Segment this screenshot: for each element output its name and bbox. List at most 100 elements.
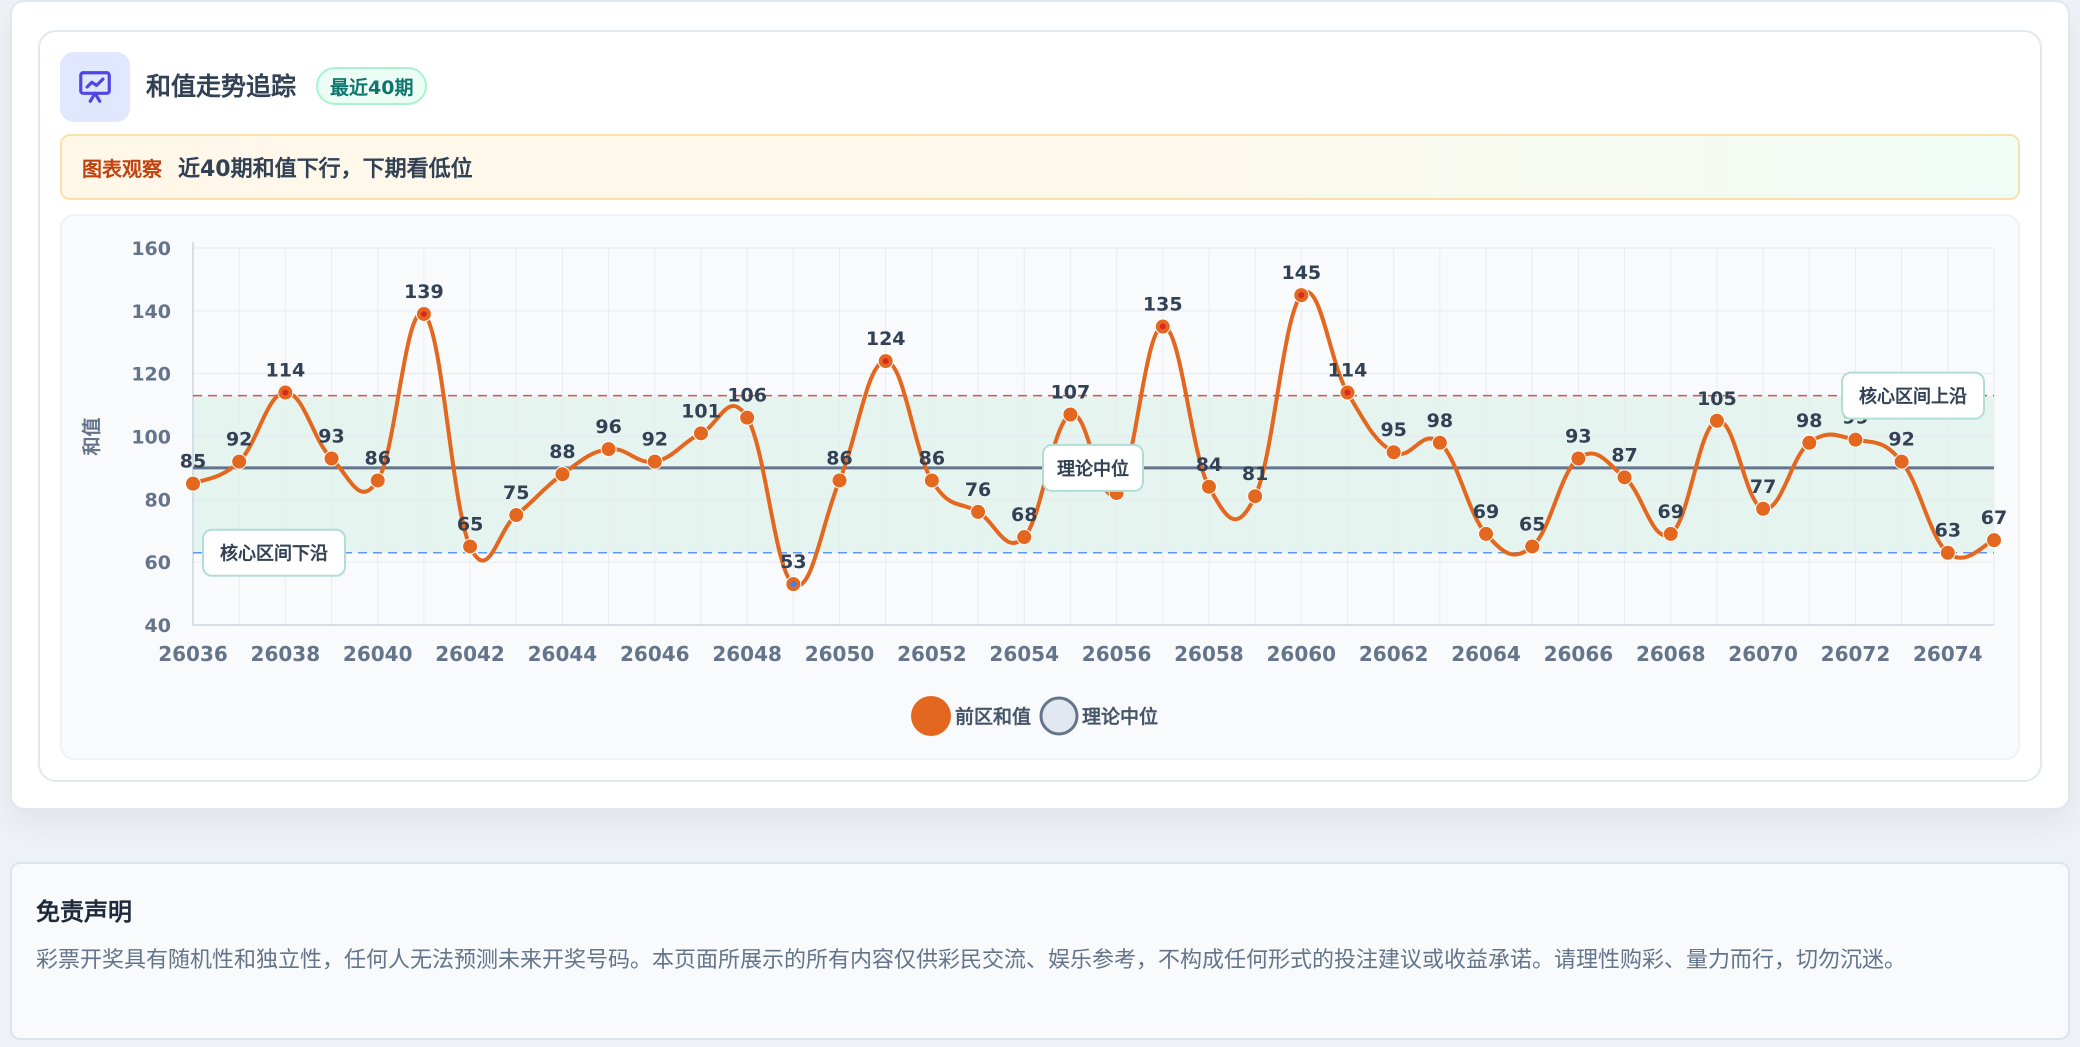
y-tick-label: 120 [131,364,171,386]
x-tick-label: 26058 [1174,642,1244,666]
x-tick-label: 26044 [528,642,598,666]
high-marker [1159,323,1166,330]
median-label: 理论中位 [1057,458,1129,480]
data-label: 139 [404,281,444,303]
data-point [231,453,248,470]
data-label: 124 [866,328,906,350]
data-point [1616,469,1633,486]
data-point [1755,500,1772,517]
data-point [1062,406,1079,423]
disclaimer-text: 彩票开奖具有随机性和独立性，任何人无法预测未来开奖号码。本页面所展示的所有内容仅… [36,948,1907,973]
upper-bound-label: 核心区间上沿 [1859,386,1967,408]
data-label: 69 [1658,501,1684,523]
high-marker [282,389,289,396]
data-label: 145 [1281,262,1321,284]
data-point [1708,412,1725,429]
data-label: 98 [1796,410,1822,432]
data-label: 86 [826,447,852,469]
lower-bound-label: 核心区间下沿 [220,543,328,565]
y-tick-label: 60 [145,552,171,574]
disclaimer-section: 免责声明 彩票开奖具有随机性和独立性，任何人无法预测未来开奖号码。本页面所展示的… [10,862,2070,1040]
data-point [1662,525,1679,542]
data-point [554,466,571,483]
data-label: 106 [727,385,767,407]
data-label: 86 [364,447,390,469]
x-tick-label: 26062 [1359,642,1429,666]
data-label: 75 [503,482,529,504]
data-label: 76 [965,479,991,501]
data-point [1893,453,1910,470]
sum-trend-chart: 40 60 80 100 120 140 160 26036 26038 26040 26042 26… [80,238,2007,736]
x-tick-label: 26052 [897,642,967,666]
data-label: 98 [1427,410,1453,432]
data-label: 86 [919,447,945,469]
data-point [1385,444,1402,461]
disclaimer-title: 免责声明 [36,898,132,926]
data-label: 63 [1935,520,1961,542]
chart-area: 40 60 80 100 120 140 160 26036 26038 26040 26042 26… [60,214,2020,760]
high-marker [882,358,889,365]
x-tick-label: 26038 [251,642,321,666]
x-tick-label: 26050 [805,642,875,666]
y-tick-label: 40 [145,615,171,637]
data-point [831,472,848,489]
data-point [1939,544,1956,561]
data-label: 65 [457,513,483,535]
x-tick-label: 26056 [1082,642,1152,666]
x-tick-label: 26040 [343,642,413,666]
data-label: 69 [1473,501,1499,523]
trend-chart-icon [60,52,130,122]
data-point [1570,450,1587,467]
data-label: 65 [1519,513,1545,535]
data-label: 92 [226,429,252,451]
data-point [1478,525,1495,542]
data-label: 92 [642,429,668,451]
x-tick-label: 26054 [989,642,1059,666]
data-label: 107 [1051,382,1091,404]
x-tick-label: 26064 [1451,642,1521,666]
data-label: 95 [1380,419,1406,441]
x-tick-label: 26048 [712,642,782,666]
data-point [600,441,617,458]
observation-text: 近40期和值下行，下期看低位 [178,157,473,182]
data-label: 67 [1981,507,2007,529]
observation-banner: 图表观察 近40期和值下行，下期看低位 [60,134,2020,200]
high-marker [1298,292,1305,299]
data-point [508,507,525,524]
x-tick-label: 26046 [620,642,690,666]
legend-median-label: 理论中位 [1082,705,1158,728]
data-label: 87 [1611,444,1637,466]
legend-series-swatch [911,696,951,736]
data-label: 92 [1888,429,1914,451]
data-point [462,538,479,555]
data-point [739,409,756,426]
x-tick-label: 26042 [435,642,505,666]
x-tick-label: 26036 [158,642,228,666]
chart-title: 和值走势追踪 [146,72,297,101]
data-point [692,425,709,442]
x-tick-label: 26066 [1544,642,1614,666]
data-point [970,503,987,520]
x-tick-label: 26074 [1913,642,1983,666]
data-point [1200,478,1217,495]
legend-median-swatch [1039,696,1079,736]
data-point [1016,529,1033,546]
data-label: 101 [681,400,721,422]
x-tick-label: 26070 [1728,642,1798,666]
high-marker [1344,389,1351,396]
data-label: 135 [1143,294,1183,316]
data-label: 84 [1196,454,1222,476]
y-tick-label: 100 [131,427,171,449]
data-point [1801,434,1818,451]
data-point [1247,488,1264,505]
y-axis-label: 和值 [80,417,103,455]
low-marker [790,581,797,588]
data-label: 114 [266,360,306,382]
x-tick-label: 26072 [1821,642,1891,666]
data-point [1524,538,1541,555]
data-point [1986,532,2002,549]
data-label: 93 [318,425,344,447]
data-point [1847,431,1864,448]
period-badge: 最近40期 [316,67,428,105]
data-label: 77 [1750,476,1776,498]
